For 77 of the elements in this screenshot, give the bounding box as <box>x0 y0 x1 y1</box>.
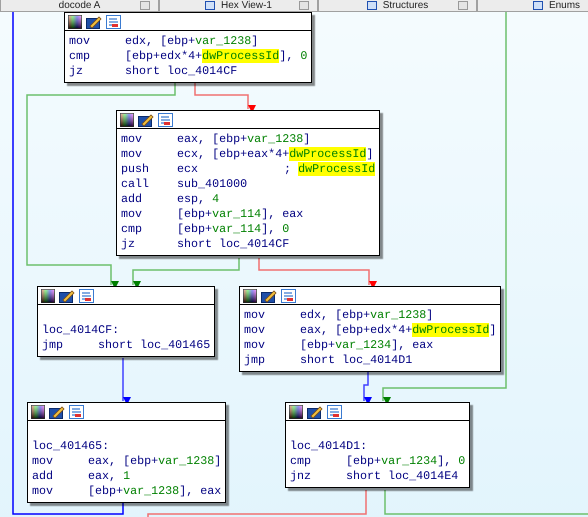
edge-arrow <box>122 358 131 405</box>
edge-arrow <box>363 372 372 405</box>
instruction-mnemonic: mov <box>244 338 266 353</box>
instruction-operands: eax, 1 <box>88 469 130 484</box>
instruction-operands: [ebp+var_1234], 0 <box>346 454 466 469</box>
instruction-operands: [ebp+var_114], 0 <box>177 222 290 237</box>
tab[interactable]: Structures <box>318 0 477 11</box>
instruction-operands: short loc_4014E4 <box>346 469 458 484</box>
pencil-icon[interactable] <box>49 404 65 418</box>
code-block[interactable]: mov eax, [ebp+var_1238] mov ecx, [ebp+eax*4+dwProcessId] push ecx ; dwProcessId call sub_401000 add esp, 4 mov [ebp+var_114], eax cmp [ebp+var_114], 0 jz short loc_4014CF <box>116 110 380 256</box>
instruction-mnemonic: jmp <box>42 338 64 353</box>
code-block[interactable]: loc_4014CF: jmp short loc_401465 <box>37 286 216 357</box>
instruction-operands: short loc_401465 <box>98 338 210 353</box>
instruction-mnemonic: mov <box>244 308 266 323</box>
instruction-operands: esp, 4 <box>177 192 220 207</box>
pencil-icon[interactable] <box>59 288 75 302</box>
instruction-operands: edx, [ebp+var_1238] <box>125 34 258 49</box>
instruction-mnemonic: add <box>121 192 144 207</box>
instruction-mnemonic: jz <box>121 237 136 252</box>
code-label: loc_401465: <box>32 439 110 454</box>
color-palette-icon[interactable] <box>289 404 303 418</box>
instruction-operands: [ebp+var_114], eax <box>177 207 304 222</box>
graph-icon[interactable] <box>281 288 296 302</box>
color-palette-icon[interactable] <box>41 288 55 302</box>
instruction-mnemonic: mov <box>69 34 92 49</box>
instruction-operands: short loc_4014CF <box>125 64 238 79</box>
instruction-operands: eax, [ebp+var_1238] <box>177 132 310 147</box>
instruction-operands: eax, [ebp+edx*4+dwProcessId] <box>300 323 496 338</box>
code-comment: ; dwProcessId <box>284 162 376 177</box>
instruction-mnemonic: mov <box>32 484 54 499</box>
code-label: loc_4014CF: <box>42 323 120 338</box>
instruction-mnemonic: add <box>32 469 54 484</box>
graph-icon[interactable] <box>79 288 94 302</box>
instruction-mnemonic: cmp <box>121 222 144 237</box>
code-block[interactable]: loc_4014D1: cmp [ebp+var_1234], 0 jnz short loc_4014E4 <box>285 402 470 488</box>
code-block[interactable]: mov edx, [ebp+var_1238] cmp [ebp+edx*4+dwProcessId], 0 jz short loc_4014CF <box>64 12 312 83</box>
pencil-icon[interactable] <box>261 288 277 302</box>
color-palette-icon[interactable] <box>68 14 82 28</box>
pencil-icon[interactable] <box>307 404 323 418</box>
instruction-mnemonic: cmp <box>290 454 312 469</box>
graph-icon[interactable] <box>106 14 121 28</box>
pencil-icon[interactable] <box>86 14 102 28</box>
graph-icon[interactable] <box>69 404 84 418</box>
instruction-mnemonic: cmp <box>69 49 92 64</box>
edge-arrow <box>194 82 256 113</box>
graph-icon[interactable] <box>158 112 173 126</box>
instruction-operands: [ebp+var_1238], eax <box>88 484 222 499</box>
instruction-mnemonic: mov <box>121 207 144 222</box>
code-label: loc_4014D1: <box>290 439 368 454</box>
instruction-operands: ecx, [ebp+eax*4+dwProcessId] <box>177 147 374 162</box>
instruction-operands: ecx <box>177 162 198 177</box>
instruction-mnemonic: mov <box>32 454 54 469</box>
instruction-operands: [ebp+edx*4+dwProcessId], 0 <box>125 49 308 64</box>
instruction-mnemonic: jmp <box>244 353 266 368</box>
instruction-mnemonic: jnz <box>290 469 312 484</box>
instruction-operands: short loc_4014CF <box>177 237 290 252</box>
color-palette-icon[interactable] <box>243 288 257 302</box>
instruction-mnemonic: mov <box>121 132 144 147</box>
instruction-operands: short loc_4014D1 <box>300 353 412 368</box>
instruction-operands: [ebp+var_1234], eax <box>300 338 434 353</box>
instruction-mnemonic: mov <box>121 147 144 162</box>
graph-icon[interactable] <box>327 404 342 418</box>
color-palette-icon[interactable] <box>120 112 134 126</box>
instruction-mnemonic: call <box>121 177 150 192</box>
instruction-operands: sub_401000 <box>177 177 248 192</box>
instruction-mnemonic: mov <box>244 323 266 338</box>
instruction-operands: eax, [ebp+var_1238] <box>88 454 222 469</box>
instruction-operands: edx, [ebp+var_1238] <box>300 308 434 323</box>
tab[interactable]: docode A <box>0 0 159 11</box>
pencil-icon[interactable] <box>138 112 154 126</box>
color-palette-icon[interactable] <box>31 404 45 418</box>
instruction-mnemonic: jz <box>69 64 84 79</box>
code-block[interactable]: mov edx, [ebp+var_1238] mov eax, [ebp+edx*4+dwProcessId] mov [ebp+var_1234], eax jmp short loc_4014D1 <box>239 286 502 372</box>
instruction-mnemonic: push <box>121 162 150 177</box>
tab[interactable]: Enums <box>477 0 588 11</box>
tab[interactable]: Hex View-1 <box>159 0 318 11</box>
code-block[interactable]: loc_401465: mov eax, [ebp+var_1238] add eax, 1 mov [ebp+var_1238], eax <box>27 402 226 503</box>
